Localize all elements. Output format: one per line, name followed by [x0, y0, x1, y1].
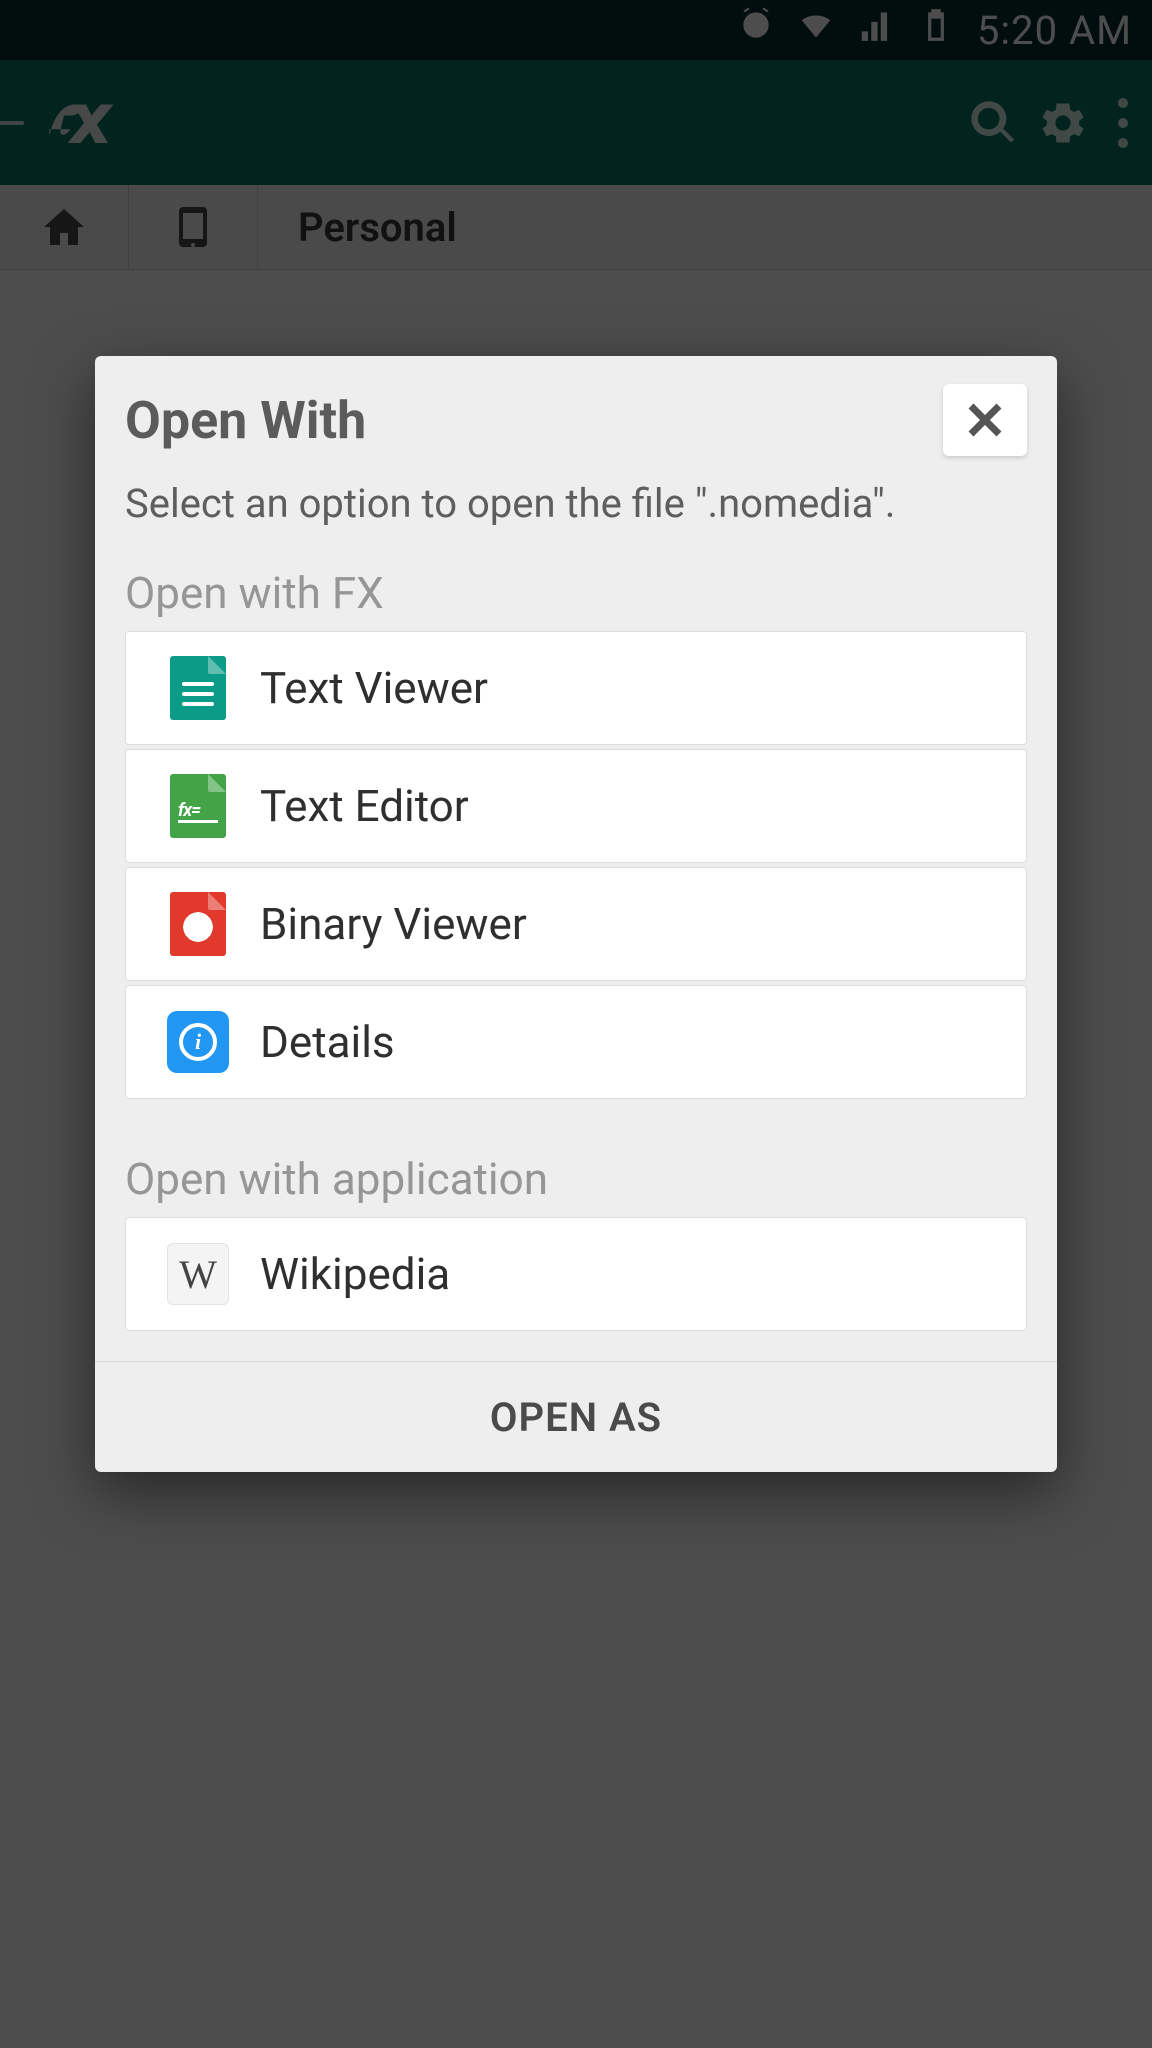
option-wikipedia[interactable]: W Wikipedia	[125, 1217, 1027, 1331]
option-text-viewer[interactable]: Text Viewer	[125, 631, 1027, 745]
text-editor-icon: fx=	[166, 774, 230, 838]
open-as-button[interactable]: OPEN AS	[95, 1362, 1057, 1472]
section-label-fx: Open with FX	[95, 567, 1057, 631]
option-details[interactable]: i Details	[125, 985, 1027, 1099]
open-with-dialog: Open With Select an option to open the f…	[95, 356, 1057, 1472]
text-viewer-icon	[166, 656, 230, 720]
option-text-editor[interactable]: fx= Text Editor	[125, 749, 1027, 863]
wikipedia-icon: W	[166, 1242, 230, 1306]
dialog-subtitle: Select an option to open the file ".nome…	[95, 466, 1057, 567]
details-icon: i	[166, 1010, 230, 1074]
option-label: Details	[260, 1016, 395, 1068]
option-label: Wikipedia	[260, 1248, 450, 1300]
option-label: Text Editor	[260, 780, 469, 832]
binary-viewer-icon	[166, 892, 230, 956]
close-button[interactable]	[943, 384, 1027, 456]
fx-options-list: Text Viewer fx= Text Editor Binary Viewe…	[95, 631, 1057, 1099]
option-label: Binary Viewer	[260, 898, 527, 950]
option-binary-viewer[interactable]: Binary Viewer	[125, 867, 1027, 981]
option-label: Text Viewer	[260, 662, 488, 714]
section-label-application: Open with application	[95, 1153, 1057, 1217]
dialog-title: Open With	[125, 390, 366, 451]
app-options-list: W Wikipedia	[95, 1217, 1057, 1331]
